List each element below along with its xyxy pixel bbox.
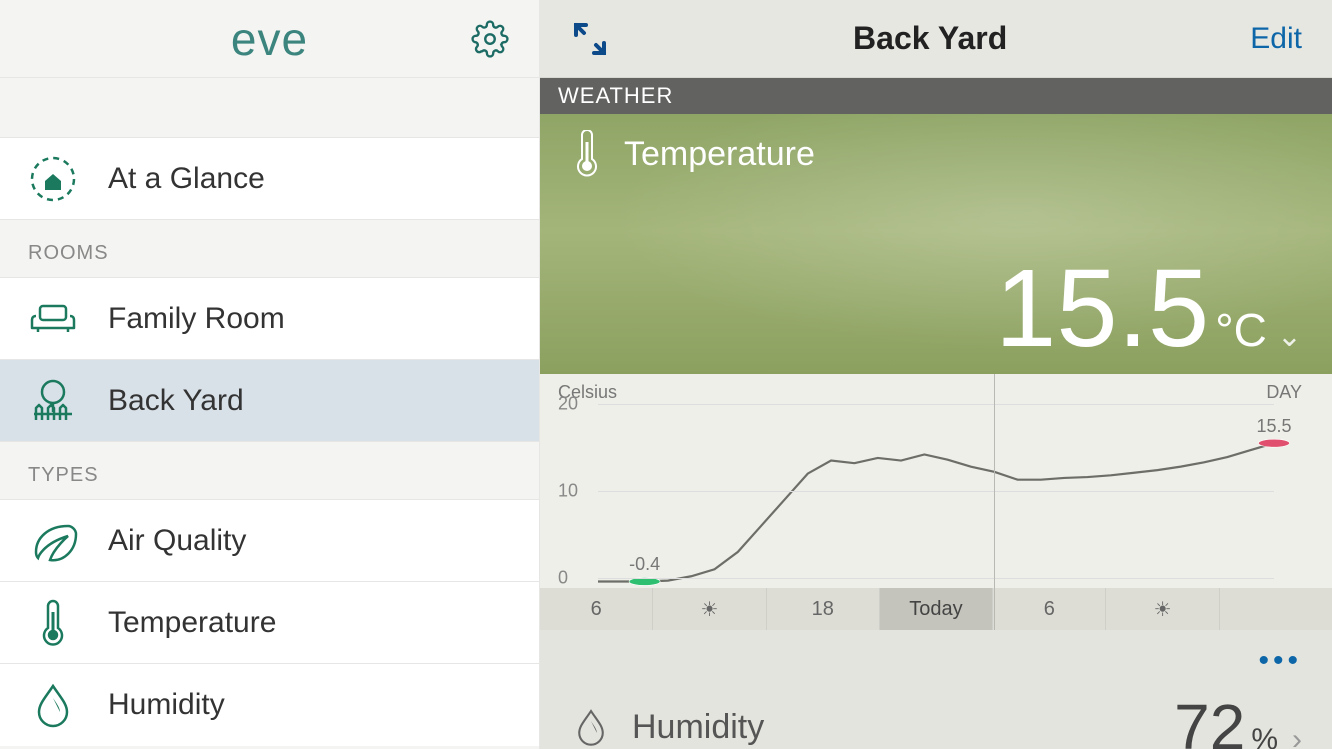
edit-button[interactable]: Edit [1250,22,1302,56]
thermometer-icon [28,598,78,648]
timeline-segment[interactable]: 6 [540,588,653,630]
chevron-down-icon[interactable]: ⌄ [1277,319,1302,354]
home-badge-icon [28,154,78,204]
more-options-icon[interactable]: ••• [540,630,1332,684]
chevron-right-icon[interactable]: › [1292,723,1302,749]
temperature-card-title: Temperature [624,135,815,174]
timeline-segment[interactable]: 6 [993,588,1106,630]
humidity-value: 72 [1174,690,1245,749]
weather-section-label: WEATHER [540,78,1332,114]
humidity-card[interactable]: Humidity 72 % › [540,684,1332,749]
sidebar-item-back-yard[interactable]: Back Yard [0,360,539,442]
sidebar-item-at-a-glance[interactable]: At a Glance [0,138,539,220]
leaf-icon [28,516,78,566]
chart-ytick: 0 [558,568,568,589]
sofa-icon [28,294,78,344]
humidity-card-title: Humidity [632,708,764,747]
topbar: Back Yard Edit [540,0,1332,78]
humidity-unit: % [1251,723,1278,749]
sidebar-item-label: Humidity [108,688,225,722]
sidebar-item-humidity[interactable]: Humidity [0,664,539,746]
main-panel: Back Yard Edit WEATHER Temperature 15.5 … [540,0,1332,749]
timeline-segment[interactable]: Today [880,588,993,630]
temperature-card[interactable]: Temperature 15.5 °C ⌄ [540,114,1332,374]
timeline-segment[interactable]: 18 [767,588,880,630]
sidebar-item-family-room[interactable]: Family Room [0,278,539,360]
page-title: Back Yard [853,20,1007,57]
sidebar-item-temperature[interactable]: Temperature [0,582,539,664]
sidebar: eve At a Glance ROOMS Family Room [0,0,540,749]
timeline-segment[interactable] [1220,588,1332,630]
droplet-icon [28,680,78,730]
temperature-value: 15.5 [995,254,1209,364]
settings-gear-icon[interactable] [471,20,509,58]
sidebar-item-air-quality[interactable]: Air Quality [0,500,539,582]
droplet-icon [570,706,612,748]
thermometer-icon [570,130,604,178]
sidebar-spacer [0,78,539,138]
timeline-segment[interactable]: ☀ [653,588,766,630]
sidebar-item-label: At a Glance [108,162,265,196]
sidebar-item-label: Air Quality [108,524,246,558]
section-label-rooms: ROOMS [0,220,539,278]
chart-point-label: -0.4 [629,554,660,575]
timeline-segment[interactable]: ☀ [1106,588,1219,630]
temperature-unit: °C [1215,303,1267,357]
sidebar-item-label: Family Room [108,302,285,336]
brand-logo: eve [231,12,308,66]
chart-today-divider [994,374,995,630]
sidebar-item-label: Back Yard [108,384,244,418]
chart-range-label: DAY [1266,382,1302,403]
chart-ytick: 10 [558,481,578,502]
chart-timeline[interactable]: 6☀18Today6☀ [540,588,1332,630]
expand-icon[interactable] [570,19,610,59]
temperature-chart[interactable]: Celsius DAY 01020-0.415.5 [540,374,1332,588]
chart-point-label: 15.5 [1256,416,1291,437]
chart-ytick: 20 [558,394,578,415]
section-label-types: TYPES [0,442,539,500]
sidebar-item-label: Temperature [108,606,276,640]
sidebar-header: eve [0,0,539,78]
tree-fence-icon [28,376,78,426]
